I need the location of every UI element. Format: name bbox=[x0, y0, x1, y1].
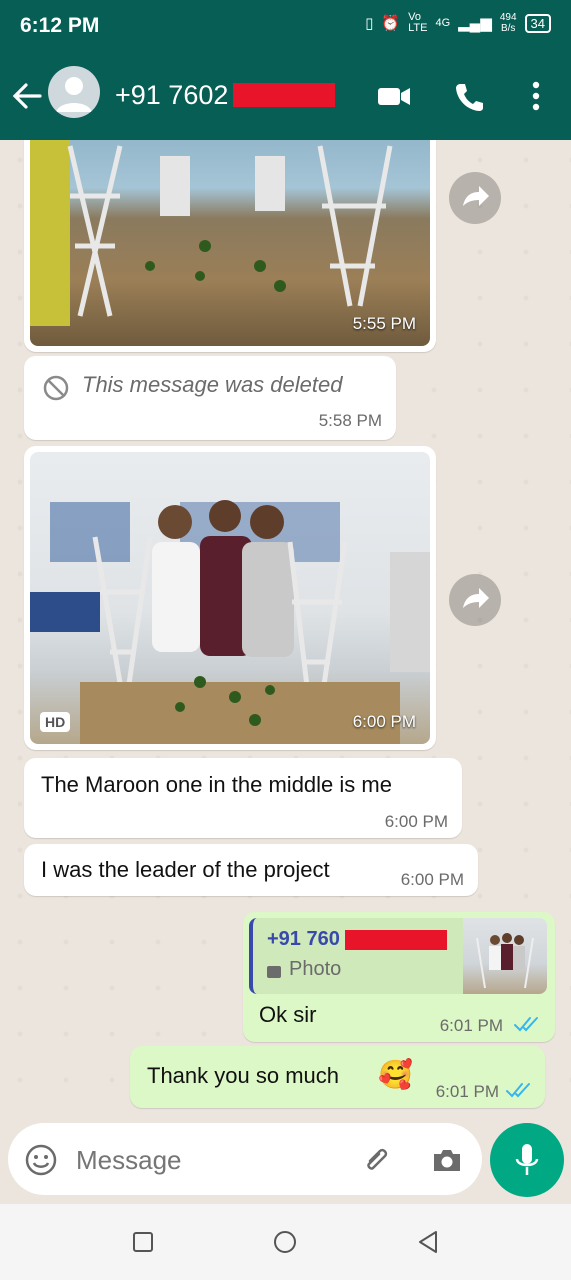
deleted-message-text: This message was deleted bbox=[82, 372, 343, 397]
quoted-message[interactable]: +91 760 Photo bbox=[249, 918, 547, 994]
network-label: 4G bbox=[435, 17, 451, 29]
blocked-icon bbox=[43, 375, 69, 401]
message-time: 6:00 PM bbox=[352, 712, 416, 731]
chat-area[interactable]: 5:55 PM This message was deleted 5:58 PM bbox=[0, 140, 571, 1122]
status-icons: ▯ ⏰ Vo LTE 4G ▂▄▆ 494 B/s 34 bbox=[365, 12, 551, 34]
message-time: 5:55 PM bbox=[352, 314, 416, 333]
message-time: 5:58 PM bbox=[318, 411, 382, 430]
forward-button[interactable] bbox=[449, 172, 501, 224]
message-time: 6:00 PM bbox=[400, 870, 464, 889]
message-text: I was the leader of the project bbox=[41, 857, 330, 882]
image-message[interactable]: HD 6:00 PM bbox=[24, 446, 436, 750]
message-text: Thank you so much bbox=[147, 1063, 339, 1088]
vibrate-icon: ▯ bbox=[365, 15, 374, 32]
team-photo[interactable]: HD 6:00 PM bbox=[30, 452, 430, 744]
text-message[interactable]: The Maroon one in the middle is me 6:00 … bbox=[24, 758, 462, 838]
deleted-message[interactable]: This message was deleted 5:58 PM bbox=[24, 356, 396, 440]
message-input[interactable] bbox=[74, 1137, 348, 1183]
system-navigation-bar bbox=[0, 1204, 571, 1280]
text-message[interactable]: Thank you so much 🥰 6:01 PM bbox=[130, 1046, 545, 1108]
camera-icon[interactable] bbox=[430, 1143, 464, 1177]
signal-icon: ▂▄▆ bbox=[458, 15, 492, 32]
emoji-icon[interactable] bbox=[24, 1143, 58, 1177]
contact-name[interactable]: +91 7602 bbox=[115, 80, 228, 111]
redaction-bar bbox=[233, 83, 335, 107]
thumbnail-illustration bbox=[476, 933, 534, 989]
smiling-hearts-emoji: 🥰 bbox=[378, 1058, 413, 1091]
quoted-sender: +91 760 bbox=[267, 928, 340, 950]
contact-avatar[interactable] bbox=[48, 66, 100, 118]
project-photo[interactable]: 5:55 PM bbox=[30, 140, 430, 346]
back-arrow-icon[interactable] bbox=[10, 76, 44, 116]
voice-record-button[interactable] bbox=[490, 1123, 564, 1197]
message-composer bbox=[8, 1123, 482, 1195]
video-call-icon[interactable] bbox=[374, 76, 414, 116]
speed-value: 494 bbox=[499, 12, 517, 23]
volte-icon: Vo LTE bbox=[408, 11, 428, 34]
text-message[interactable]: I was the leader of the project 6:00 PM bbox=[24, 844, 478, 896]
forward-icon bbox=[463, 588, 489, 608]
redaction-bar bbox=[345, 930, 447, 950]
photo-illustration bbox=[30, 500, 430, 744]
chat-header: +91 7602 bbox=[0, 52, 571, 140]
speed-indicator: 494 B/s bbox=[500, 12, 517, 34]
battery-indicator: 34 bbox=[524, 13, 551, 33]
quoted-thumbnail bbox=[463, 918, 547, 994]
status-bar: 6:12 PM ▯ ⏰ Vo LTE 4G ▂▄▆ 494 B/s 34 bbox=[0, 0, 571, 52]
home-icon[interactable] bbox=[272, 1229, 298, 1255]
photo-icon bbox=[267, 966, 281, 978]
status-time: 6:12 PM bbox=[20, 14, 100, 37]
microphone-icon bbox=[515, 1144, 539, 1175]
forward-button[interactable] bbox=[449, 574, 501, 626]
default-avatar-icon bbox=[56, 77, 92, 112]
alarm-icon: ⏰ bbox=[381, 15, 401, 32]
message-time: 6:00 PM bbox=[384, 812, 448, 831]
message-time: 6:01 PM bbox=[435, 1082, 499, 1101]
read-ticks-icon bbox=[514, 1017, 538, 1032]
recent-apps-icon[interactable] bbox=[131, 1230, 155, 1254]
hd-badge: HD bbox=[40, 712, 71, 732]
read-ticks-icon bbox=[506, 1083, 530, 1098]
message-text: Ok sir bbox=[259, 1002, 317, 1027]
attach-icon[interactable] bbox=[360, 1143, 394, 1177]
more-options-icon[interactable] bbox=[516, 76, 556, 116]
message-text: The Maroon one in the middle is me bbox=[41, 772, 392, 797]
reply-message[interactable]: +91 760 Photo Ok sir 6:01 PM bbox=[243, 912, 555, 1042]
speed-unit: B/s bbox=[500, 23, 516, 34]
forward-icon bbox=[463, 186, 489, 206]
back-triangle-icon[interactable] bbox=[416, 1229, 440, 1255]
image-message[interactable]: 5:55 PM bbox=[24, 140, 436, 352]
message-time: 6:01 PM bbox=[439, 1016, 503, 1035]
voice-call-icon[interactable] bbox=[450, 76, 490, 116]
quoted-type: Photo bbox=[289, 958, 342, 980]
